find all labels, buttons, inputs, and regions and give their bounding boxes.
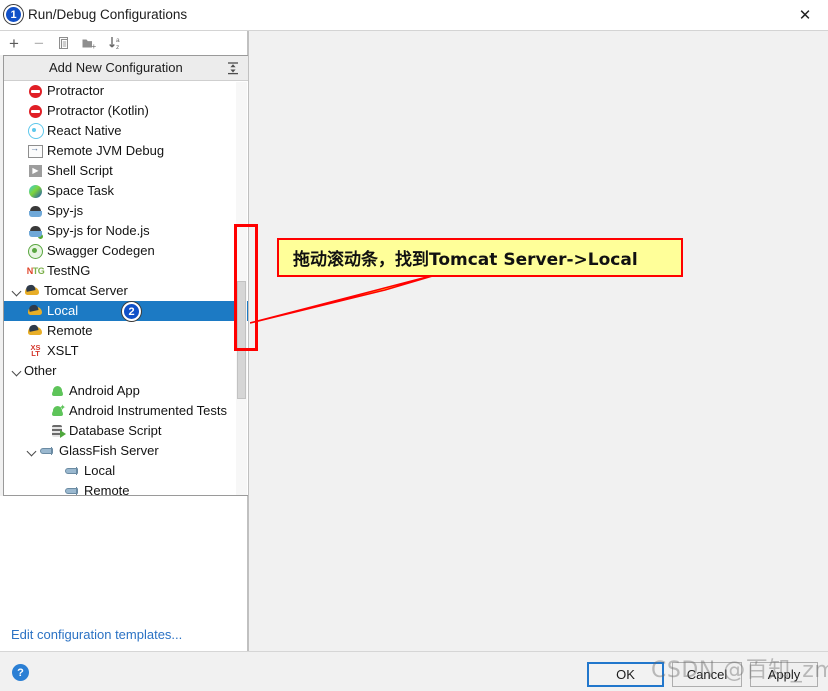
run-debug-configurations-dialog: Run/Debug Configurations ✕ + − + a z Add… [0, 0, 828, 691]
list-item-label: Local [84, 463, 116, 478]
configuration-detail-pane [249, 31, 828, 651]
glassfish-server-icon [64, 486, 81, 495]
collapse-arrows-icon [228, 62, 238, 75]
remote-jvm-debug-icon [28, 143, 43, 158]
list-item-label: Other [24, 363, 57, 378]
list-item[interactable]: Swagger Codegen [4, 241, 248, 261]
list-item-label: XSLT [47, 343, 79, 358]
instruction-callout-text: 拖动滚动条，找到Tomcat Server->Local [293, 250, 638, 270]
list-item-label: TestNG [47, 263, 91, 278]
plus-icon: + [9, 33, 19, 53]
chevron-down-icon[interactable] [12, 286, 23, 297]
list-item[interactable]: XS LT XSLT [4, 341, 248, 361]
xslt-icon: XS LT [30, 343, 41, 358]
configuration-type-list[interactable]: Protractor Protractor (Kotlin) React Nativ… [4, 81, 248, 495]
list-item-label: Swagger Codegen [47, 243, 155, 258]
chevron-down-icon[interactable] [27, 446, 38, 457]
ok-button[interactable]: OK [587, 662, 664, 687]
android-instrumented-tests-icon: ✦ [51, 403, 66, 417]
minus-icon: − [34, 33, 44, 53]
list-item[interactable]: Protractor [4, 81, 248, 101]
instruction-callout: 拖动滚动条，找到Tomcat Server->Local [277, 238, 683, 277]
glassfish-server-icon [39, 446, 56, 456]
svg-text:+: + [91, 42, 96, 51]
spy-js-icon [29, 205, 42, 218]
list-header: Add New Configuration [4, 56, 248, 81]
list-item-label: Database Script [69, 423, 162, 438]
list-item[interactable]: ✦ Android Instrumented Tests [4, 401, 248, 421]
add-configuration-icon[interactable]: + [5, 34, 23, 52]
list-item[interactable]: Spy-js [4, 201, 248, 221]
protractor-icon [29, 84, 42, 98]
list-item-label: Protractor (Kotlin) [47, 103, 149, 118]
close-icon[interactable]: ✕ [792, 4, 818, 26]
list-item[interactable]: Remote [4, 481, 248, 495]
list-item[interactable]: Database Script [4, 421, 248, 441]
list-item-label: Local [47, 303, 79, 318]
svg-text:z: z [116, 44, 119, 51]
android-app-icon [51, 385, 64, 397]
list-item[interactable]: Local [4, 461, 248, 481]
list-item-label: Shell Script [47, 163, 113, 178]
list-item-label: Protractor [47, 83, 105, 98]
list-item-label: Android Instrumented Tests [69, 403, 228, 418]
folder-plus-icon: + [82, 39, 96, 51]
testng-icon: NTG [26, 266, 45, 276]
configurations-toolbar: + − + a z [0, 31, 248, 55]
list-item[interactable]: Android App [4, 381, 248, 401]
list-item-label: Spy-js [47, 203, 84, 218]
list-item-label: Remote JVM Debug [47, 143, 165, 158]
list-item[interactable]: Space Task [4, 181, 248, 201]
add-new-configuration-panel: Add New Configuration Protractor Protract… [3, 55, 249, 496]
protractor-icon [29, 104, 42, 118]
database-script-icon [51, 424, 66, 438]
dialog-titlebar: Run/Debug Configurations ✕ [0, 0, 828, 31]
edit-configuration-templates-link[interactable]: Edit configuration templates... [11, 627, 182, 642]
list-item[interactable]: ▶ Shell Script [4, 161, 248, 181]
list-item-label: GlassFish Server [59, 443, 159, 458]
tomcat-icon [28, 305, 43, 317]
list-scrollbar-thumb[interactable] [237, 281, 246, 399]
collapse-all-icon[interactable] [226, 61, 240, 75]
list-item-label: Spy-js for Node.js [47, 223, 150, 238]
cancel-button[interactable]: Cancel [672, 662, 742, 687]
copy-configuration-icon[interactable] [55, 34, 73, 52]
list-item-label: Remote [84, 483, 130, 495]
react-native-icon [27, 123, 44, 139]
swagger-codegen-icon [28, 243, 43, 259]
remove-configuration-icon[interactable]: − [30, 34, 48, 52]
sort-alphabetically-icon[interactable]: a z [107, 34, 125, 52]
dialog-title: Run/Debug Configurations [28, 7, 188, 22]
step-badge-1: 1 [4, 5, 23, 24]
apply-button[interactable]: Apply [750, 662, 818, 687]
tomcat-icon [28, 325, 43, 337]
space-task-icon [29, 184, 42, 198]
new-folder-icon[interactable]: + [80, 34, 98, 52]
list-header-label: Add New Configuration [49, 60, 183, 75]
spy-js-node-icon [29, 225, 43, 239]
chevron-down-icon[interactable] [12, 366, 23, 377]
list-item-label: Android App [69, 383, 140, 398]
list-item[interactable]: Protractor (Kotlin) [4, 101, 248, 121]
list-item-label: React Native [47, 123, 122, 138]
list-item[interactable]: Remote [4, 321, 248, 341]
svg-text:a: a [116, 37, 120, 44]
glassfish-server-icon [64, 466, 81, 476]
list-item[interactable]: NTG TestNG [4, 261, 248, 281]
list-item-label: Remote [47, 323, 93, 338]
list-item[interactable]: Other [4, 361, 248, 381]
list-item[interactable]: React Native [4, 121, 248, 141]
list-item-label: Tomcat Server [44, 283, 128, 298]
sort-az-icon: a z [108, 37, 120, 51]
list-item[interactable]: Tomcat Server [4, 281, 248, 301]
list-item[interactable]: GlassFish Server [4, 441, 248, 461]
copy-icon [58, 36, 68, 49]
list-item[interactable]: Remote JVM Debug [4, 141, 248, 161]
list-item-label: Space Task [47, 183, 114, 198]
help-icon[interactable]: ? [12, 664, 29, 681]
list-item[interactable]: Spy-js for Node.js [4, 221, 248, 241]
shell-script-icon: ▶ [29, 165, 42, 177]
tomcat-icon [25, 285, 40, 297]
step-badge-2: 2 [122, 302, 141, 321]
